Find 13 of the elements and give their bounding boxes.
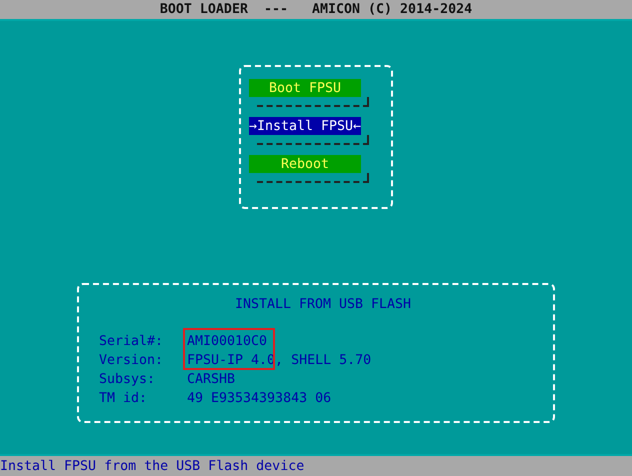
menu-item[interactable]: →Install FPSU← (249, 117, 361, 135)
panel-title: INSTALL FROM USB FLASH (234, 297, 412, 312)
info-label: Version: (99, 353, 164, 368)
status-text: Install FPSU from the USB Flash device (0, 458, 304, 474)
menu-item[interactable]: Reboot (249, 155, 361, 173)
info-label: Serial#: (99, 334, 164, 349)
info-value: AMI00010C0 (187, 334, 268, 349)
window-title: BOOT LOADER --- AMICON (C) 2014-2024 (160, 2, 472, 17)
info-label: TM id: (99, 391, 148, 406)
info-value: CARSHB (187, 372, 236, 387)
menu-item[interactable]: Boot FPSU (249, 79, 361, 97)
info-label: Subsys: (99, 372, 156, 387)
info-value: 49 E93534393843 06 (187, 391, 332, 406)
